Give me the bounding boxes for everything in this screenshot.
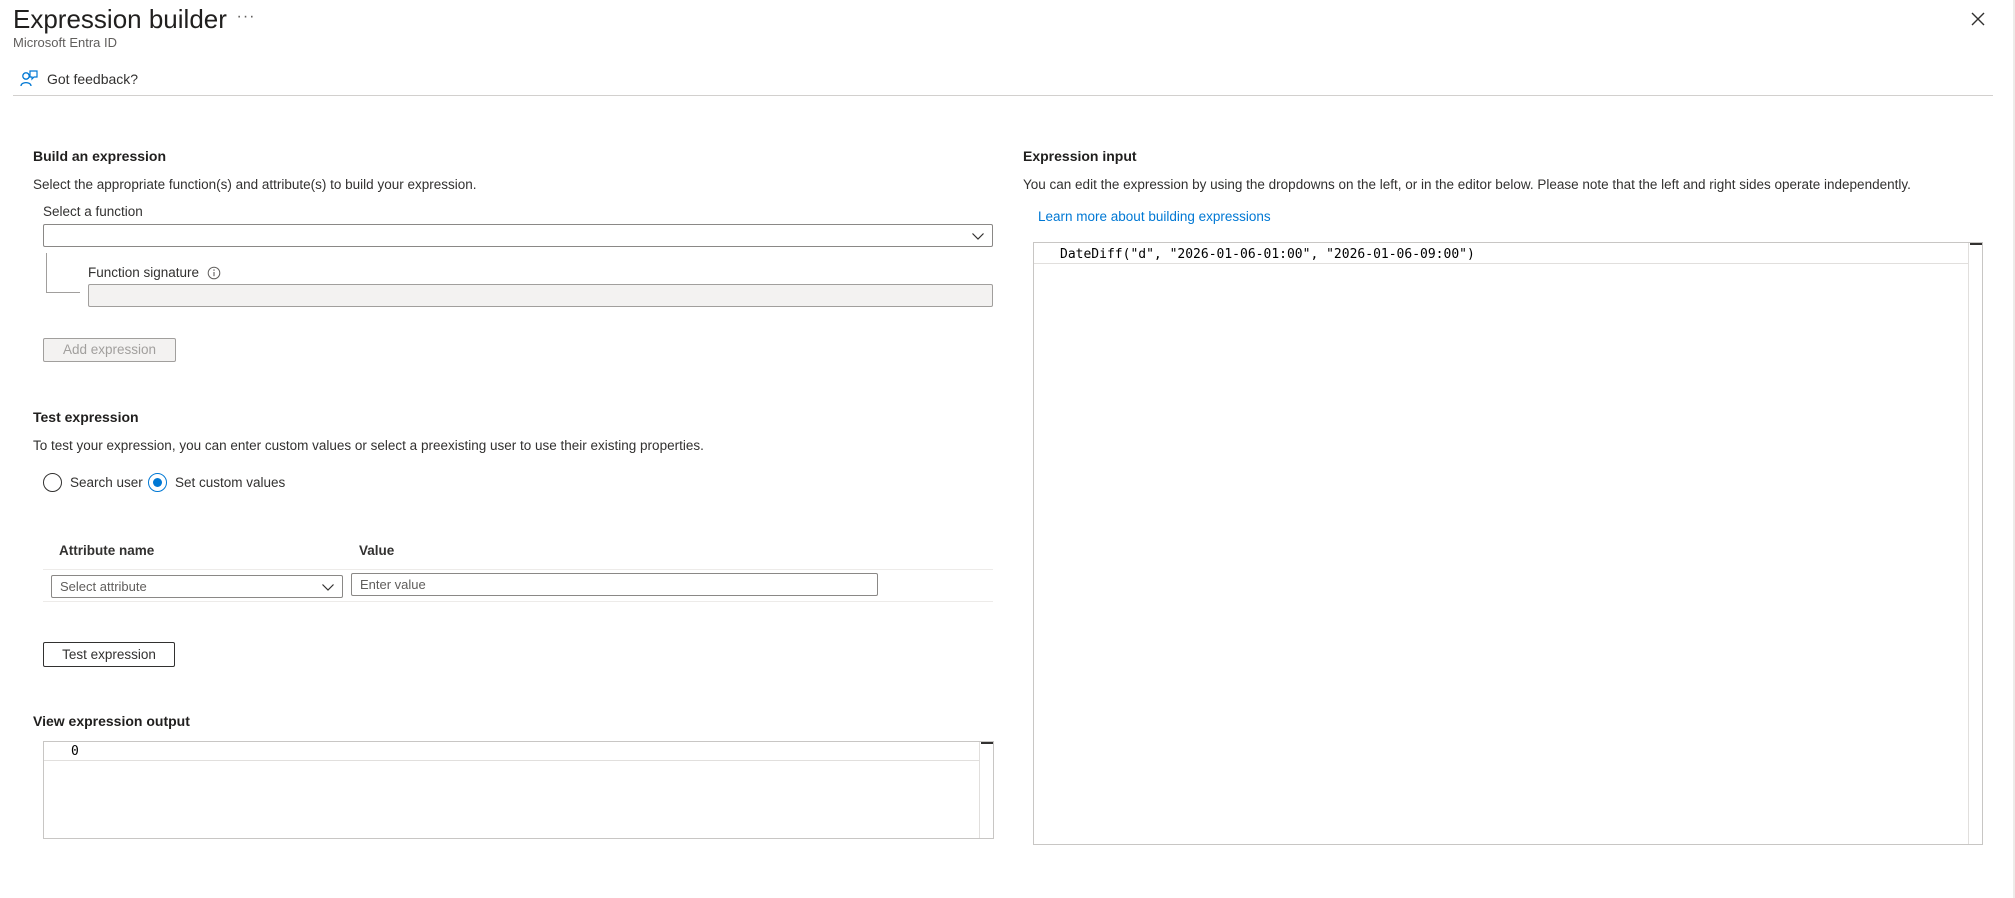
feedback-button[interactable]: Got feedback? (19, 68, 138, 90)
editor-scrollbar[interactable] (1968, 243, 1982, 844)
radio-set-custom-values-label: Set custom values (175, 475, 286, 490)
value-input[interactable] (351, 573, 878, 596)
current-line-highlight (44, 742, 979, 761)
feedback-icon (20, 70, 38, 87)
row-divider (43, 569, 993, 570)
function-signature-label: Function signature (88, 265, 200, 280)
info-icon[interactable] (207, 266, 221, 280)
feedback-label: Got feedback? (47, 71, 139, 87)
chevron-down-icon (972, 233, 984, 240)
output-value: 0 (71, 744, 79, 759)
view-output-heading: View expression output (33, 713, 190, 729)
output-scrollbar[interactable] (979, 742, 993, 838)
more-options-button[interactable]: ··· (235, 6, 257, 28)
function-signature-field (88, 284, 993, 307)
add-expression-button[interactable]: Add expression (43, 338, 176, 362)
close-icon (1971, 12, 1985, 26)
test-expression-description: To test your expression, you can enter c… (33, 438, 704, 453)
radio-set-custom-values-circle[interactable] (148, 473, 167, 492)
radio-search-user-label: Search user (70, 475, 143, 490)
test-expression-button[interactable]: Test expression (43, 642, 175, 667)
build-expression-heading: Build an expression (33, 148, 167, 164)
select-function-dropdown[interactable] (43, 224, 993, 247)
function-signature-label-row: Function signature (88, 265, 221, 280)
learn-more-link[interactable]: Learn more about building expressions (1038, 209, 1271, 224)
expression-input-description: You can edit the expression by using the… (1023, 177, 1911, 192)
chevron-down-icon (322, 584, 334, 591)
radio-search-user-circle[interactable] (43, 473, 62, 492)
test-expression-heading: Test expression (33, 409, 139, 425)
output-editor[interactable]: 0 (43, 741, 994, 839)
select-attribute-dropdown[interactable]: Select attribute (51, 575, 343, 598)
page-title: Expression builder (13, 4, 227, 34)
expression-code[interactable]: DateDiff("d", "2026-01-06-01:00", "2026-… (1060, 247, 1475, 262)
select-function-label: Select a function (43, 204, 143, 219)
close-button[interactable] (1965, 6, 1991, 32)
page-subtitle: Microsoft Entra ID (13, 35, 118, 50)
row-divider (43, 601, 993, 602)
column-header-attribute: Attribute name (59, 543, 155, 558)
build-expression-description: Select the appropriate function(s) and a… (33, 177, 477, 192)
signature-connector (46, 253, 80, 293)
select-attribute-placeholder: Select attribute (60, 579, 147, 594)
radio-set-custom-values[interactable]: Set custom values (148, 473, 285, 492)
column-header-value: Value (359, 543, 395, 558)
expression-editor[interactable]: DateDiff("d", "2026-01-06-01:00", "2026-… (1033, 242, 1983, 845)
header-divider (13, 95, 1993, 96)
radio-search-user[interactable]: Search user (43, 473, 143, 492)
expression-input-heading: Expression input (1023, 148, 1137, 164)
